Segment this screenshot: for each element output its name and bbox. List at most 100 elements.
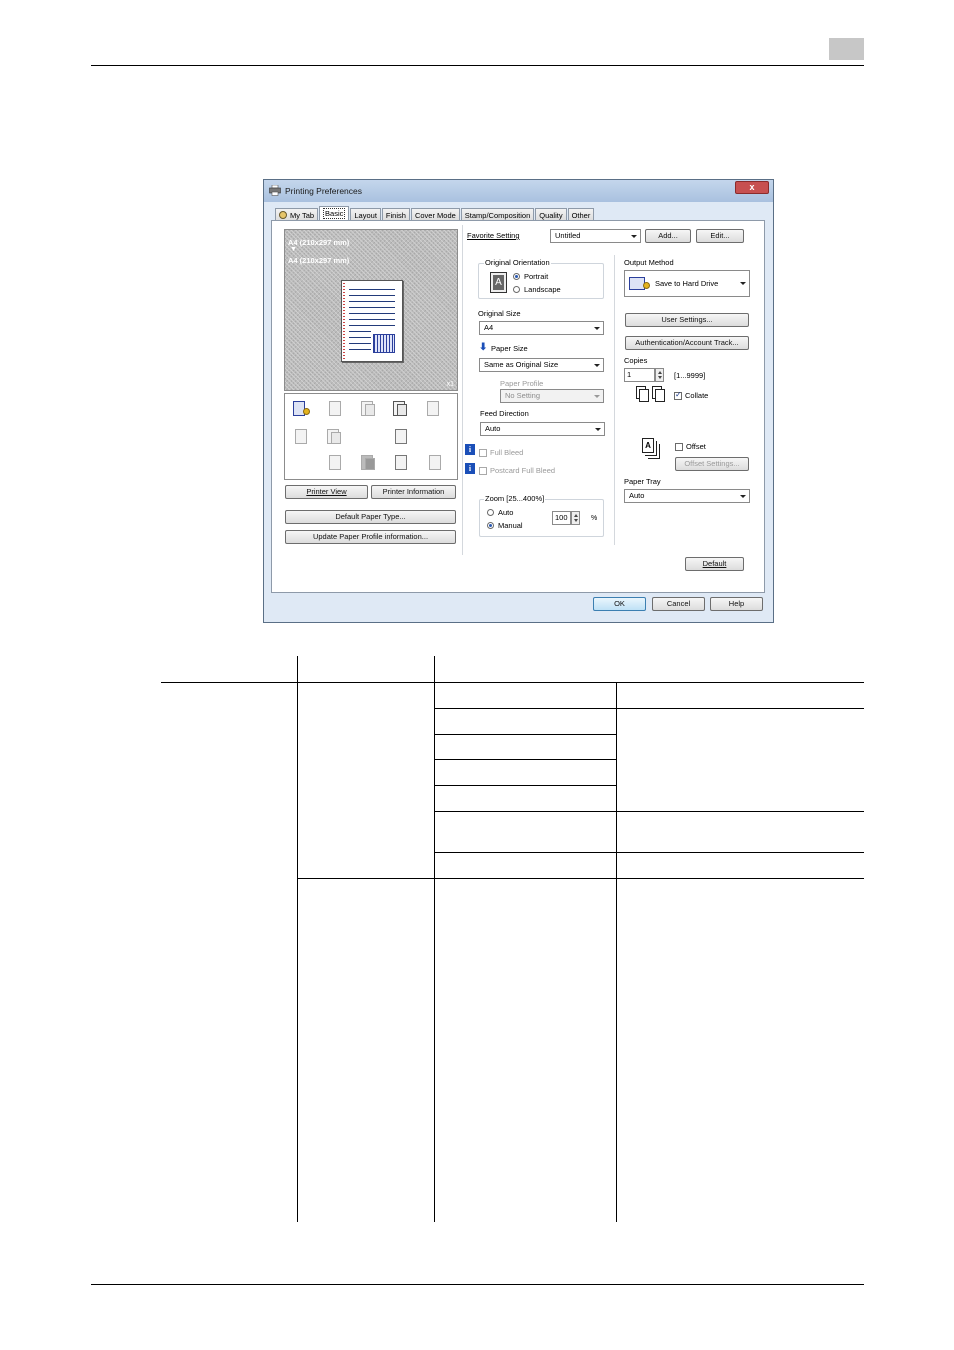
page-preview: A4 (210x297 mm) ▼ A4 (210x297 mm) x1 [284, 229, 458, 391]
landscape-radio[interactable] [513, 286, 520, 293]
offset-settings-button[interactable]: Offset Settings... [675, 457, 749, 471]
fold-icon[interactable] [391, 428, 411, 446]
stack-icon[interactable] [389, 400, 409, 418]
paper-tray-dropdown[interactable]: Auto [624, 489, 750, 503]
button-label: Offset Settings... [684, 459, 740, 468]
button-label: Printer Information [382, 487, 445, 496]
default-paper-type-button[interactable]: Default Paper Type... [285, 510, 456, 524]
input-value: 100 [555, 513, 568, 522]
zoom-auto-radio[interactable] [487, 509, 494, 516]
button-label: Edit... [710, 231, 730, 240]
column-separator [614, 255, 615, 545]
add-favorite-button[interactable]: Add... [645, 229, 691, 243]
tab-label: Cover Mode [414, 211, 456, 220]
save-to-hdd-icon[interactable] [289, 400, 310, 418]
zoom-auto-label: Auto [498, 508, 514, 517]
copies-input[interactable]: 1 [624, 368, 655, 382]
dropdown-value: Auto [629, 491, 645, 500]
ok-button[interactable]: OK [593, 597, 646, 611]
update-paper-profile-button[interactable]: Update Paper Profile information... [285, 530, 456, 544]
layout-icon[interactable] [391, 454, 411, 472]
zoom-title: Zoom [25...400%] [484, 494, 546, 503]
tab-label: Quality [539, 211, 563, 220]
orientation-preview-icon: A [490, 272, 507, 293]
printer-view-button[interactable]: Printer View [285, 485, 368, 499]
chevron-down-icon [594, 395, 600, 398]
button-label: OK [614, 599, 625, 608]
button-label: Update Paper Profile information... [312, 532, 429, 541]
default-button[interactable]: Default [685, 557, 744, 571]
offset-icon[interactable] [357, 454, 377, 472]
copies-range: [1...9999] [674, 371, 706, 380]
landscape-label: Landscape [524, 285, 561, 294]
watermark-icon[interactable] [325, 400, 345, 418]
button-label: Printer View [306, 487, 347, 496]
chevron-down-icon [631, 235, 637, 238]
info-icon: i [465, 463, 475, 474]
offset-checkbox[interactable] [675, 443, 683, 451]
booklet-icon[interactable] [357, 400, 377, 418]
dropdown-value: Auto [485, 424, 501, 433]
preview-original-size: A4 (210x297 mm) [288, 238, 350, 247]
feed-direction-dropdown[interactable]: Auto [480, 422, 605, 436]
dropdown-value: Same as Original Size [484, 360, 559, 369]
tab-basic[interactable]: Basic [319, 206, 350, 221]
button-label: Add... [658, 231, 678, 240]
edit-favorite-button[interactable]: Edit... [696, 229, 744, 243]
column-separator [462, 225, 463, 555]
collate-checkbox[interactable] [674, 390, 682, 400]
paper-size-dropdown[interactable]: Same as Original Size [479, 358, 604, 372]
full-bleed-label: Full Bleed [490, 448, 524, 457]
zoom-group [479, 499, 604, 537]
dropdown-value: Untitled [555, 231, 581, 240]
offset-label: Offset [686, 442, 706, 451]
dialog-title-bar: Printing Preferences x [264, 180, 773, 202]
close-button[interactable]: x [735, 181, 769, 194]
help-button[interactable]: Help [710, 597, 763, 611]
preview-copies-mark: x1 [446, 381, 454, 388]
info-icon: i [465, 444, 475, 455]
paper-profile-label: Paper Profile [500, 379, 544, 388]
full-bleed-checkbox[interactable] [479, 449, 487, 457]
cover-icon[interactable] [425, 454, 445, 472]
button-label: Default [702, 559, 727, 568]
postcard-full-bleed-checkbox[interactable] [479, 467, 487, 475]
copies-spinner[interactable] [655, 368, 664, 382]
favorite-setting-label: Favorite Setting [467, 231, 520, 240]
paper-tray-label: Paper Tray [624, 477, 661, 486]
preview-sheet [341, 280, 403, 362]
zoom-spinner[interactable] [571, 511, 580, 525]
output-method-label: Output Method [624, 258, 674, 267]
original-size-label: Original Size [478, 309, 521, 318]
copies-label: Copies [624, 356, 648, 365]
original-size-dropdown[interactable]: A4 [479, 321, 604, 335]
preview-arrow-icon: ▼ [290, 246, 297, 253]
printer-information-button[interactable]: Printer Information [371, 485, 456, 499]
button-label: Help [728, 599, 745, 608]
dropdown-value: No Setting [505, 391, 541, 400]
dropdown-value: Save to Hard Drive [655, 279, 719, 288]
button-label: Default Paper Type... [335, 512, 406, 521]
cancel-button[interactable]: Cancel [652, 597, 705, 611]
punch-icon[interactable] [323, 428, 343, 446]
user-settings-button[interactable]: User Settings... [625, 313, 749, 327]
zoom-manual-radio[interactable] [487, 522, 494, 529]
function-icon-panel [284, 393, 458, 480]
postcard-full-bleed-label: Postcard Full Bleed [490, 466, 556, 475]
duplex-icon[interactable] [291, 428, 311, 446]
paper-profile-dropdown[interactable]: No Setting [500, 389, 604, 403]
tab-label: Finish [385, 211, 406, 220]
authentication-account-track-button[interactable]: Authentication/Account Track... [625, 336, 749, 350]
zoom-value-input[interactable]: 100 [552, 511, 571, 525]
staple-icon[interactable] [423, 400, 443, 418]
output-method-dropdown[interactable]: Save to Hard Drive [624, 270, 750, 297]
user-icon [279, 211, 287, 219]
portrait-radio[interactable] [513, 273, 520, 280]
chevron-down-icon [740, 495, 746, 498]
tab-label: Basic [323, 208, 346, 219]
paper-size-arrow-icon: ⬇ [479, 342, 488, 353]
favorite-setting-dropdown[interactable]: Untitled [550, 229, 641, 243]
finisher-icon[interactable] [325, 454, 345, 472]
portrait-label: Portrait [524, 272, 549, 281]
dialog-title: Printing Preferences [285, 186, 363, 196]
